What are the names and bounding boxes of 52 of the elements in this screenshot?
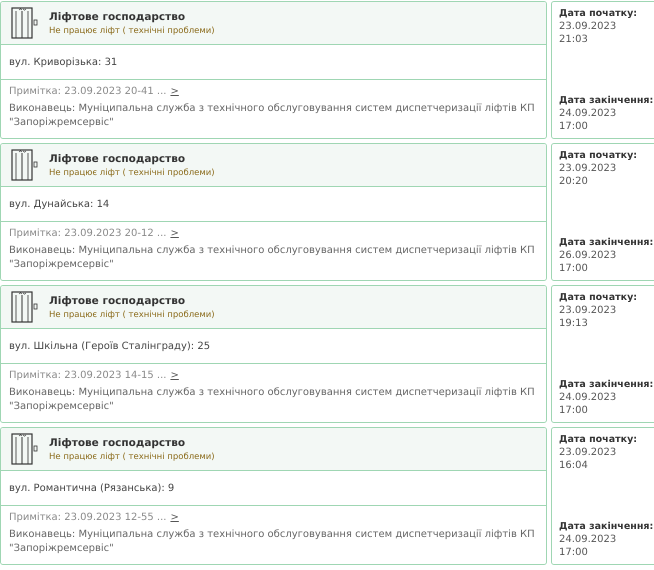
problem-text: Не працює ліфт ( технічні проблеми)	[49, 168, 215, 178]
end-label: Дата закінчення:	[559, 237, 654, 248]
start-label: Дата початку:	[559, 8, 638, 19]
category-title: Ліфтове господарство	[49, 436, 186, 448]
end-label: Дата закінчення:	[559, 95, 654, 106]
more-link[interactable]: >	[170, 228, 179, 239]
problem-text: Не працює ліфт ( технічні проблеми)	[49, 26, 215, 36]
start-label: Дата початку:	[559, 150, 638, 161]
elevator-icon	[11, 7, 39, 39]
start-date: 23.09.2023	[559, 305, 618, 316]
more-link[interactable]: >	[170, 86, 179, 97]
end-label: Дата закінчення:	[559, 379, 654, 390]
executor-text: Виконавець: Муніципальна служба з технічного обслуговування систем диспетчеризації ліфтів КП "Запоріжремсервіс"	[9, 244, 536, 271]
more-link[interactable]: >	[170, 512, 179, 523]
address-text: вул. Романтична (Рязанська): 9	[1, 471, 546, 506]
note-text: Примітка: 23.09.2023 14-15 ...	[9, 370, 166, 381]
end-date: 24.09.2023	[559, 534, 618, 545]
start-label: Дата початку:	[559, 434, 638, 445]
elevator-icon	[11, 291, 39, 323]
note-text: Примітка: 23.09.2023 20-41 ...	[9, 86, 166, 97]
end-time: 17:00	[559, 263, 589, 274]
start-time: 16:04	[559, 460, 589, 471]
address-text: вул. Шкільна (Героїв Сталінграду): 25	[1, 329, 546, 364]
end-label: Дата закінчення:	[559, 521, 654, 532]
category-title: Ліфтове господарство	[49, 10, 186, 22]
start-time: 20:20	[559, 176, 589, 187]
start-label: Дата початку:	[559, 292, 638, 303]
note-text: Примітка: 23.09.2023 12-55 ...	[9, 512, 166, 523]
end-time: 17:00	[559, 405, 589, 416]
start-time: 21:03	[559, 34, 589, 45]
more-link[interactable]: >	[170, 370, 179, 381]
end-time: 17:00	[559, 547, 589, 558]
start-date: 23.09.2023	[559, 163, 618, 174]
executor-text: Виконавець: Муніципальна служба з технічного обслуговування систем диспетчеризації ліфтів КП "Запоріжремсервіс"	[9, 386, 536, 413]
start-date: 23.09.2023	[559, 447, 618, 458]
address-text: вул. Дунайська: 14	[1, 187, 546, 222]
category-title: Ліфтове господарство	[49, 294, 186, 306]
note-text: Примітка: 23.09.2023 20-12 ...	[9, 228, 166, 239]
end-date: 24.09.2023	[559, 392, 618, 403]
end-date: 26.09.2023	[559, 250, 618, 261]
category-title: Ліфтове господарство	[49, 152, 186, 164]
elevator-icon	[11, 433, 39, 465]
problem-text: Не працює ліфт ( технічні проблеми)	[49, 310, 215, 320]
problem-text: Не працює ліфт ( технічні проблеми)	[49, 452, 215, 462]
start-time: 19:13	[559, 318, 589, 329]
end-time: 17:00	[559, 121, 589, 132]
address-text: вул. Криворізька: 31	[1, 45, 546, 80]
start-date: 23.09.2023	[559, 21, 618, 32]
executor-text: Виконавець: Муніципальна служба з технічного обслуговування систем диспетчеризації ліфтів КП "Запоріжремсервіс"	[9, 102, 536, 129]
executor-text: Виконавець: Муніципальна служба з технічного обслуговування систем диспетчеризації ліфтів КП "Запоріжремсервіс"	[9, 528, 536, 555]
end-date: 24.09.2023	[559, 108, 618, 119]
elevator-icon	[11, 149, 39, 181]
